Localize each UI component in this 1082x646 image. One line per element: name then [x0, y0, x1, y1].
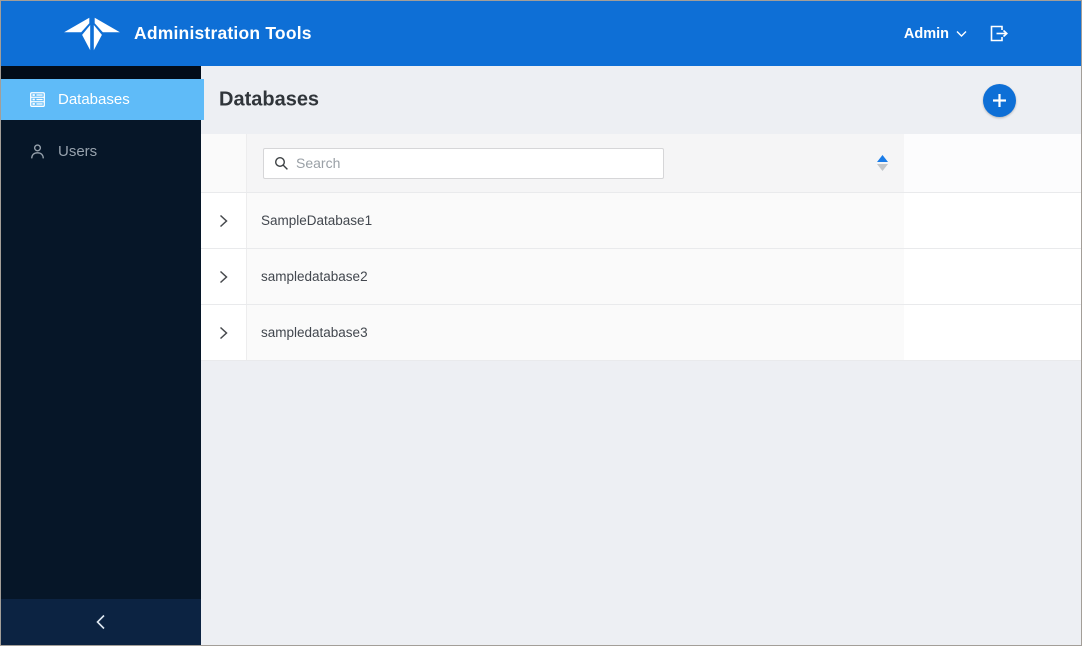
user-menu-label: Admin: [903, 25, 949, 42]
expander-column-header: [201, 134, 247, 192]
expand-row-button[interactable]: [201, 193, 246, 248]
user-menu-button[interactable]: Admin: [904, 26, 967, 42]
row-right-cell: [904, 249, 1081, 304]
row-expander-cell: [201, 305, 247, 360]
sort-asc-icon: [876, 155, 888, 162]
search-box: [263, 147, 664, 179]
table-body: SampleDatabase1 sampledatabase2 sampleda…: [201, 193, 1081, 361]
chevron-right-icon: [219, 270, 228, 283]
table-row[interactable]: sampledatabase2: [201, 249, 1081, 305]
expand-row-button[interactable]: [201, 305, 246, 360]
app-window: Administration Tools Admin Databases Use…: [0, 0, 1082, 646]
sidebar-item-users[interactable]: Users: [1, 131, 201, 172]
table-row[interactable]: SampleDatabase1: [201, 193, 1081, 249]
row-expander-cell: [201, 193, 247, 248]
page-title-bar: Databases: [201, 66, 1081, 134]
main-content: Databases Search SampleDatabase1 sampled…: [201, 66, 1081, 645]
database-name: SampleDatabase1: [261, 213, 373, 228]
database-name: sampledatabase2: [261, 269, 368, 284]
database-name-cell: sampledatabase2: [247, 249, 904, 304]
table-row[interactable]: sampledatabase3: [201, 305, 1081, 361]
trimble-logo-icon: [64, 17, 120, 50]
chevron-down-icon: [956, 30, 967, 37]
sidebar-nav: Databases Users: [1, 66, 204, 172]
row-right-cell: [904, 193, 1081, 248]
user-icon: [31, 144, 44, 159]
database-name-cell: SampleDatabase1: [247, 193, 904, 248]
app-title: Administration Tools: [134, 23, 312, 43]
add-database-button[interactable]: [983, 84, 1016, 117]
expand-row-button[interactable]: [201, 249, 246, 304]
database-name-cell: sampledatabase3: [247, 305, 904, 360]
toolbar-right-cell: [904, 134, 1081, 192]
sidebar-collapse-button[interactable]: [1, 599, 201, 645]
chevron-left-icon: [96, 614, 105, 630]
chevron-right-icon: [219, 326, 228, 339]
sort-toggle-button[interactable]: [875, 153, 889, 173]
search-input[interactable]: [289, 148, 663, 178]
sign-out-icon: [990, 25, 1008, 42]
page-title: Databases: [219, 88, 320, 111]
plus-icon: [993, 94, 1006, 107]
top-header-bar: Administration Tools Admin: [1, 1, 1081, 66]
grid-toolbar-row: [201, 134, 1081, 193]
search-icon: [274, 156, 288, 170]
row-expander-cell: [201, 249, 247, 304]
sidebar: Databases Users: [1, 66, 204, 645]
row-right-cell: [904, 305, 1081, 360]
database-grid-icon: [30, 92, 45, 107]
sidebar-item-databases[interactable]: Databases: [1, 79, 204, 120]
sign-out-button[interactable]: [987, 22, 1011, 46]
search-column-header: [247, 134, 904, 192]
sort-desc-icon: [876, 164, 888, 171]
sidebar-item-label: Users: [58, 143, 98, 160]
chevron-right-icon: [219, 214, 228, 227]
databases-grid: SampleDatabase1 sampledatabase2 sample: [201, 134, 1081, 361]
sidebar-item-label: Databases: [58, 91, 130, 108]
database-name: sampledatabase3: [261, 325, 368, 340]
